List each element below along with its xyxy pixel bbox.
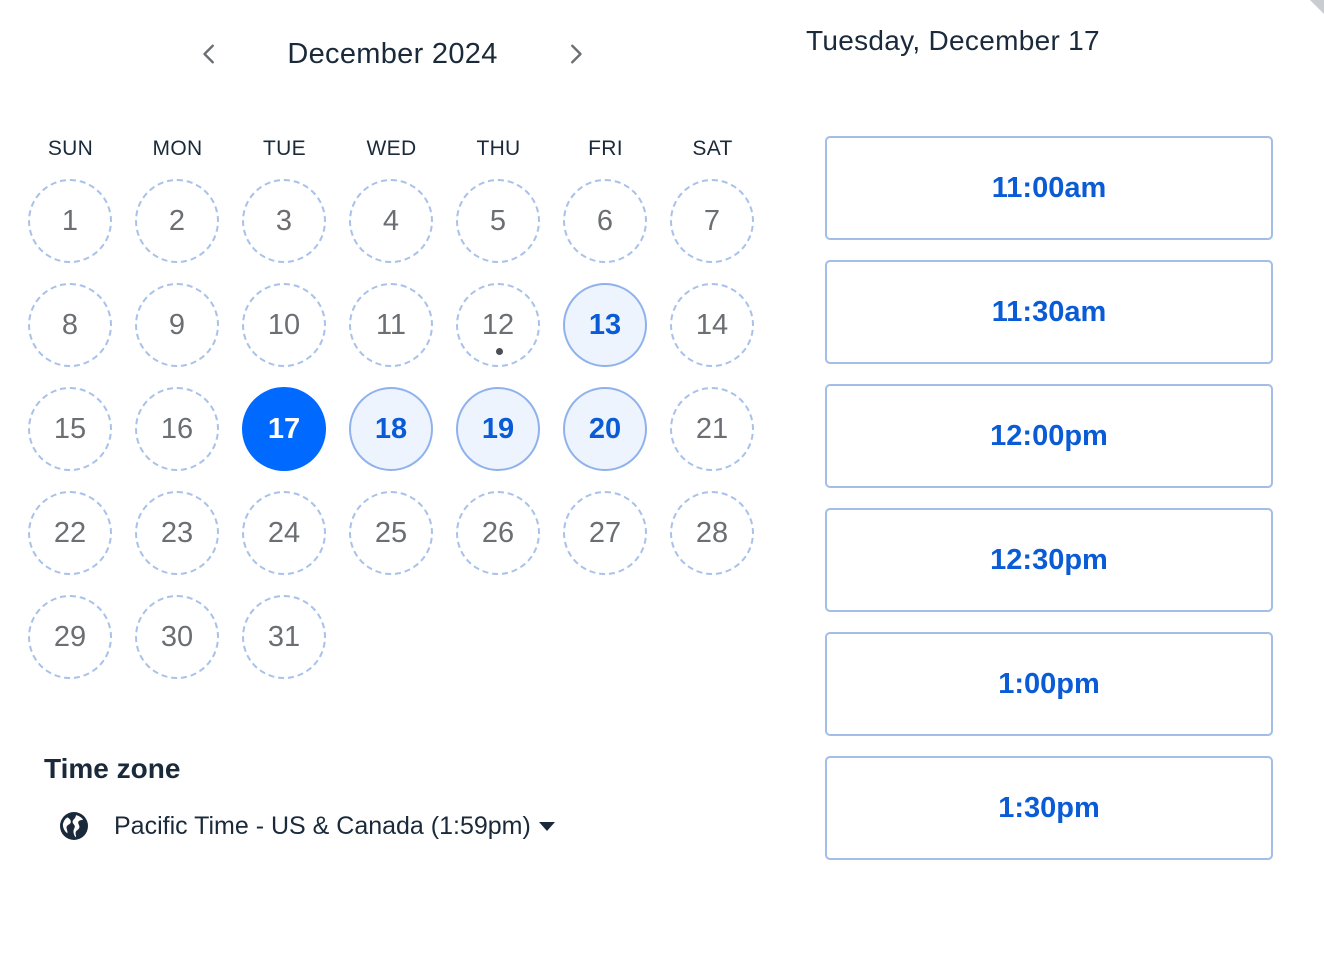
day-cell-selected[interactable]: 17 <box>242 387 326 471</box>
day-number: 24 <box>267 516 301 549</box>
day-cell: 26 <box>456 491 540 575</box>
day-number: 29 <box>53 620 87 653</box>
day-number: 19 <box>481 412 515 445</box>
today-indicator-dot <box>496 348 503 355</box>
day-cell: 27 <box>563 491 647 575</box>
day-cell: 9 <box>135 283 219 367</box>
weekday-label: TUE <box>263 137 306 160</box>
day-cell: 8 <box>28 283 112 367</box>
day-number: 31 <box>267 620 301 653</box>
day-cell: 16 <box>135 387 219 471</box>
day-number: 3 <box>275 204 293 237</box>
day-number: 13 <box>588 308 622 341</box>
day-cell: 30 <box>135 595 219 679</box>
time-slot-button[interactable]: 11:30am <box>825 260 1273 364</box>
day-number: 2 <box>168 204 186 237</box>
day-number: 4 <box>382 204 400 237</box>
day-number: 23 <box>160 516 194 549</box>
day-cell: 25 <box>349 491 433 575</box>
day-number: 26 <box>481 516 515 549</box>
day-number: 1 <box>61 204 79 237</box>
weekday-label: MON <box>152 137 203 160</box>
day-cell: 4 <box>349 179 433 263</box>
day-number: 22 <box>53 516 87 549</box>
weekday-label: THU <box>476 137 521 160</box>
window-corner <box>1310 0 1324 14</box>
day-cell-available[interactable]: 20 <box>563 387 647 471</box>
time-slot-button[interactable]: 12:30pm <box>825 508 1273 612</box>
day-number: 15 <box>53 412 87 445</box>
day-cell: 24 <box>242 491 326 575</box>
day-cell: 28 <box>670 491 754 575</box>
time-slot-button[interactable]: 12:00pm <box>825 384 1273 488</box>
day-cell: 3 <box>242 179 326 263</box>
day-number: 14 <box>695 308 729 341</box>
day-number: 20 <box>588 412 622 445</box>
weekday-label: SUN <box>47 137 94 160</box>
day-cell: 29 <box>28 595 112 679</box>
day-cell: 14 <box>670 283 754 367</box>
scheduling-page: December 2024 SUN MON TUE WED THU FRI SA… <box>0 0 1324 966</box>
day-number: 6 <box>596 204 614 237</box>
day-cell-available[interactable]: 13 <box>563 283 647 367</box>
day-cell: 1 <box>28 179 112 263</box>
day-number: 17 <box>267 412 301 445</box>
calendar-grid: 1 2 3 4 5 6 7 8 9 10 11 12 13 14 15 16 17 18 19 20 21 22 23 24 2… <box>17 170 767 700</box>
day-cell: 21 <box>670 387 754 471</box>
timezone-selector[interactable]: Pacific Time - US & Canada (1:59pm) <box>58 806 555 846</box>
day-cell: 12 <box>456 283 540 367</box>
day-number: 11 <box>375 308 407 341</box>
day-cell: 7 <box>670 179 754 263</box>
day-cell: 10 <box>242 283 326 367</box>
chevron-right-icon <box>571 44 582 64</box>
weekday-header: SUN MON TUE WED THU FRI SAT <box>17 134 767 164</box>
time-slot-button[interactable]: 11:00am <box>825 136 1273 240</box>
day-number: 9 <box>168 308 186 341</box>
day-number: 30 <box>160 620 194 653</box>
day-cell: 22 <box>28 491 112 575</box>
day-number: 5 <box>489 204 507 237</box>
day-number: 16 <box>160 412 194 445</box>
selected-date-heading: Tuesday, December 17 <box>806 25 1100 56</box>
weekday-label: WED <box>366 137 417 160</box>
weekday-label: FRI <box>588 137 623 160</box>
next-month-button[interactable] <box>555 34 595 74</box>
chevron-left-icon <box>203 44 214 64</box>
previous-month-button[interactable] <box>190 34 230 74</box>
day-number: 21 <box>695 412 729 445</box>
day-cell: 15 <box>28 387 112 471</box>
day-cell: 31 <box>242 595 326 679</box>
day-number: 25 <box>374 516 408 549</box>
globe-icon <box>60 812 88 840</box>
day-cell-available[interactable]: 19 <box>456 387 540 471</box>
day-cell: 23 <box>135 491 219 575</box>
day-number: 7 <box>703 204 721 237</box>
month-title: December 2024 <box>287 38 498 70</box>
day-cell: 5 <box>456 179 540 263</box>
time-slot-button[interactable]: 1:00pm <box>825 632 1273 736</box>
timezone-value: Pacific Time - US & Canada (1:59pm) <box>114 811 531 840</box>
day-cell-available[interactable]: 18 <box>349 387 433 471</box>
day-number: 12 <box>481 308 515 341</box>
day-number: 18 <box>374 412 408 445</box>
time-slot-button[interactable]: 1:30pm <box>825 756 1273 860</box>
day-cell: 6 <box>563 179 647 263</box>
day-cell: 2 <box>135 179 219 263</box>
day-number: 10 <box>267 308 301 341</box>
caret-down-icon <box>538 821 555 831</box>
weekday-label: SAT <box>692 137 733 160</box>
day-cell: 11 <box>349 283 433 367</box>
month-navigation: December 2024 <box>180 22 600 84</box>
day-number: 28 <box>695 516 729 549</box>
day-number: 8 <box>61 308 79 341</box>
timezone-heading: Time zone <box>44 753 181 784</box>
day-number: 27 <box>588 516 622 549</box>
